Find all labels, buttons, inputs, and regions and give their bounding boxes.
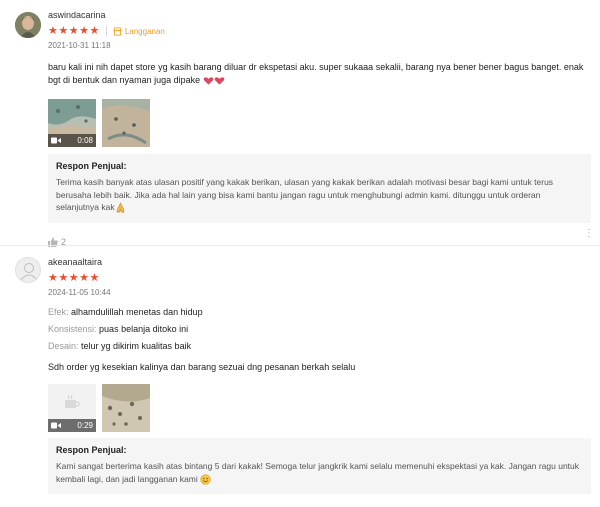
video-duration: 0:29: [77, 421, 93, 430]
review-video-thumbnail[interactable]: 0:08: [48, 99, 96, 147]
attribute-konsistensi: Konsistensi: puas belanja ditoko ini: [48, 323, 590, 335]
smile-emoji: [200, 474, 211, 485]
seller-response-body: Kami sangat berterima kasih atas bintang…: [56, 460, 583, 485]
attribute-value: telur yg dikirim kualitas baik: [81, 341, 192, 351]
username: aswindacarina: [48, 10, 106, 20]
star-rating: ★★★★★: [48, 272, 100, 284]
review-comment: Sdh order yg kesekian kalinya dan barang…: [48, 362, 356, 372]
review-comment: baru kali ini nih dapet store yg kasih b…: [48, 61, 593, 87]
shop-badge-icon: [113, 26, 122, 36]
video-camera-icon: [51, 137, 61, 144]
review-date: 2021-10-31 11:18: [48, 41, 111, 50]
subscriber-badge: Langganan: [113, 27, 165, 36]
username: akeanaaltaira: [48, 257, 103, 267]
attribute-desain: Desain: telur yg dikirim kualitas baik: [48, 340, 590, 352]
star-rating: ★★★★★: [48, 25, 100, 37]
video-camera-icon: [51, 422, 61, 429]
avatar[interactable]: [15, 12, 41, 38]
badge-label: Langganan: [124, 26, 165, 36]
seller-response-text: Terima kasih banyak atas ulasan positif …: [56, 177, 554, 212]
heart-emoji: [203, 76, 213, 85]
review-comment-text: baru kali ini nih dapet store yg kasih b…: [48, 62, 584, 85]
divider: [105, 26, 107, 36]
cup-placeholder-icon: [65, 394, 80, 408]
heart-emoji: [214, 76, 224, 85]
attribute-efek: Efek: alhamdulillah menetas dan hidup: [48, 306, 590, 318]
seller-response-title: Respon Penjual:: [56, 445, 127, 455]
seller-response-text: Kami sangat berterima kasih atas bintang…: [56, 461, 580, 484]
review-item: akeanaaltaira ★★★★★ 2024-11-05 10:44 Efe…: [0, 245, 600, 507]
attribute-value: alhamdulillah menetas dan hidup: [71, 307, 203, 317]
more-options-icon[interactable]: ⋮: [584, 229, 594, 239]
review-photo-thumbnail[interactable]: [102, 99, 150, 147]
attribute-label: Efek:: [48, 307, 69, 317]
review-attributes: Efek: alhamdulillah menetas dan hidup Ko…: [48, 306, 590, 352]
review-item: aswindacarina ★★★★★ Langganan 2021-10-31…: [0, 0, 600, 247]
seller-response: Respon Penjual: Terima kasih banyak atas…: [48, 154, 591, 223]
review-video-thumbnail[interactable]: 0:29: [48, 384, 96, 432]
seller-response-body: Terima kasih banyak atas ulasan positif …: [56, 176, 583, 214]
attribute-value: puas belanja ditoko ini: [99, 324, 189, 334]
attribute-label: Desain:: [48, 341, 79, 351]
avatar[interactable]: [15, 257, 41, 283]
pray-emoji: [116, 202, 125, 213]
video-duration: 0:08: [77, 136, 93, 145]
attribute-label: Konsistensi:: [48, 324, 97, 334]
review-date: 2024-11-05 10:44: [48, 288, 111, 297]
review-photo-thumbnail[interactable]: [102, 384, 150, 432]
seller-response-title: Respon Penjual:: [56, 161, 127, 171]
seller-response: Respon Penjual: Kami sangat berterima ka…: [48, 438, 591, 494]
